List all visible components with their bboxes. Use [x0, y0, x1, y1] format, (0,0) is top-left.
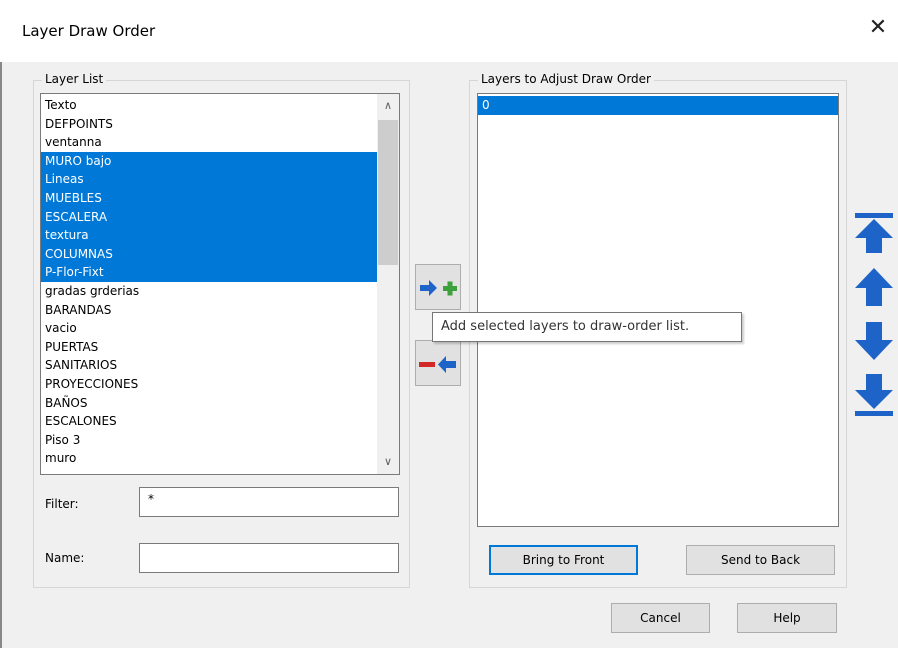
list-item[interactable]: MUEBLES	[41, 188, 399, 208]
list-item[interactable]: ESCALONES	[41, 412, 399, 431]
list-item[interactable]: textura	[41, 226, 399, 245]
list-item[interactable]: vacio	[41, 319, 399, 338]
filter-input[interactable]: *	[139, 487, 399, 517]
list-item[interactable]: gradas grderias	[41, 282, 399, 301]
scroll-down-icon[interactable]: ∨	[377, 452, 399, 472]
move-down-button[interactable]	[851, 318, 897, 364]
list-item[interactable]: 0	[478, 96, 838, 115]
name-label: Name:	[45, 551, 85, 565]
move-to-top-icon	[855, 213, 893, 253]
list-item[interactable]: Piso 3	[41, 431, 399, 450]
move-to-bottom-icon	[855, 374, 893, 416]
scroll-thumb[interactable]	[378, 120, 398, 265]
list-item[interactable]: PUERTAS	[41, 338, 399, 357]
help-button[interactable]: Help	[737, 603, 837, 633]
list-item[interactable]: PROYECCIONES	[41, 375, 399, 394]
title-bar: Layer Draw Order ✕	[0, 0, 898, 62]
layer-list-scrollbar[interactable]: ∧ ∨	[377, 94, 399, 474]
add-to-list-icon	[420, 280, 457, 296]
remove-from-list-icon	[419, 356, 456, 373]
send-to-back-button[interactable]: Send to Back	[686, 545, 835, 575]
layer-draw-order-dialog: Layer Draw Order ✕ Layer List Texto DEFPO…	[0, 0, 898, 648]
name-input[interactable]	[139, 543, 399, 573]
list-item[interactable]: DEFPOINTS	[41, 115, 399, 134]
filter-label: Filter:	[45, 497, 79, 511]
move-up-button[interactable]	[851, 264, 897, 310]
list-item[interactable]: BARANDAS	[41, 301, 399, 320]
list-item[interactable]: BAÑOS	[41, 394, 399, 413]
move-to-bottom-button[interactable]	[851, 372, 897, 418]
bring-to-front-button[interactable]: Bring to Front	[489, 545, 638, 575]
scroll-up-icon[interactable]: ∧	[377, 96, 399, 116]
list-item[interactable]: SANITARIOS	[41, 356, 399, 375]
add-layers-button[interactable]	[415, 264, 461, 310]
layer-list-legend: Layer List	[42, 72, 107, 86]
list-item[interactable]: P-Flor-Fixt	[41, 263, 399, 282]
layer-list[interactable]: Texto DEFPOINTS ventanna MURO bajo Lineas MUE…	[40, 93, 400, 475]
list-item[interactable]: Lineas	[41, 170, 399, 189]
close-icon[interactable]: ✕	[864, 14, 892, 42]
move-to-top-button[interactable]	[851, 211, 897, 257]
cancel-button[interactable]: Cancel	[611, 603, 710, 633]
list-item[interactable]: Texto	[41, 96, 399, 115]
list-item[interactable]: ventanna	[41, 133, 399, 152]
draw-order-legend: Layers to Adjust Draw Order	[478, 72, 654, 86]
move-down-icon	[855, 322, 893, 360]
window-edge	[0, 62, 2, 648]
list-item[interactable]: MURO bajo	[41, 151, 399, 171]
add-layers-tooltip: Add selected layers to draw-order list.	[432, 312, 742, 342]
move-up-icon	[855, 268, 893, 306]
dialog-title: Layer Draw Order	[22, 22, 156, 40]
list-item[interactable]: COLUMNAS	[41, 244, 399, 264]
remove-layers-button[interactable]	[415, 340, 461, 386]
draw-order-list[interactable]: 0	[477, 93, 839, 527]
list-item[interactable]: muro	[41, 449, 399, 468]
list-item[interactable]: ESCALERA	[41, 207, 399, 227]
